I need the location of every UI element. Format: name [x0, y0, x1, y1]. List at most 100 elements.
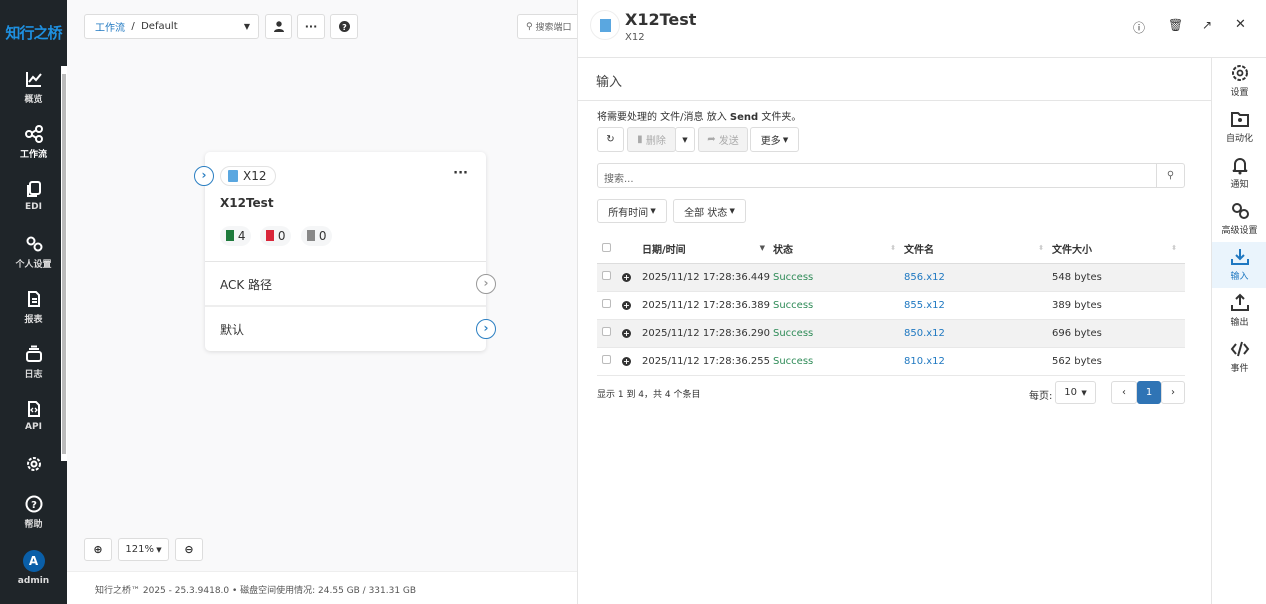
- prev-page-button[interactable]: ‹: [1111, 381, 1137, 404]
- node-menu-button[interactable]: ···: [453, 166, 468, 181]
- error-count[interactable]: 0: [260, 226, 292, 246]
- workflow-canvas[interactable]: 工作流 / Default ▼ ··· ? ⚲ 搜索端口 › X12 ··· X1…: [67, 0, 577, 604]
- sidebar-item-label: 报表: [24, 315, 43, 325]
- help-button[interactable]: ?: [330, 14, 358, 39]
- zoom-level-dropdown[interactable]: 121% ▼: [118, 538, 169, 561]
- gears-icon: [1231, 203, 1249, 219]
- table-row[interactable]: + 2025/11/12 17:28:36.449 Success 856.x1…: [597, 263, 1185, 292]
- column-filesize[interactable]: 文件大小 ⬍: [1052, 235, 1185, 264]
- close-icon[interactable]: ✕: [1235, 17, 1246, 32]
- zoom-in-button[interactable]: ⊕: [84, 538, 112, 561]
- caret-down-icon: ▼: [153, 545, 162, 554]
- panel-subtitle: X12: [625, 32, 645, 43]
- gears-icon: [26, 236, 42, 252]
- external-link-icon[interactable]: ↗: [1202, 18, 1212, 32]
- page-1-button[interactable]: 1: [1137, 381, 1161, 404]
- svg-text:?: ?: [31, 500, 37, 511]
- question-circle-icon: ?: [338, 21, 350, 32]
- file-success-icon: [226, 230, 234, 241]
- next-page-button[interactable]: ›: [1161, 381, 1185, 404]
- chevron-down-icon: ▼: [1076, 388, 1087, 397]
- refresh-button[interactable]: ↻: [597, 127, 624, 152]
- sidebar-item-settings[interactable]: [0, 447, 67, 487]
- cell-filename[interactable]: 855.x12: [904, 291, 1052, 320]
- sort-desc-icon: ▼: [759, 244, 765, 252]
- row-checkbox[interactable]: [602, 327, 611, 336]
- port-search-input[interactable]: ⚲ 搜索端口: [517, 14, 577, 39]
- panel-nav-item[interactable]: 自动化: [1212, 104, 1266, 150]
- sidebar-item-personal-settings[interactable]: 个人设置: [0, 227, 67, 282]
- delete-button[interactable]: ▮ 删除: [627, 127, 676, 152]
- panel-nav-item[interactable]: 通知: [1212, 150, 1266, 196]
- per-page-select[interactable]: 10 ▼: [1055, 381, 1096, 404]
- sidebar-item-label: API: [25, 422, 42, 432]
- panel-nav-item[interactable]: 事件: [1212, 334, 1266, 380]
- expand-row-icon[interactable]: +: [622, 272, 631, 282]
- column-filename[interactable]: 文件名 ⬍: [904, 235, 1052, 264]
- trash-icon[interactable]: 🗑: [1168, 18, 1183, 32]
- panel-nav-item[interactable]: 高级设置: [1212, 196, 1266, 242]
- sidebar-item-api[interactable]: API: [0, 392, 67, 447]
- row-checkbox[interactable]: [602, 271, 611, 280]
- layers-icon: [25, 345, 42, 362]
- panel-nav-label: 通知: [1230, 180, 1249, 190]
- sort-icon: ⬍: [890, 244, 896, 252]
- expand-row-icon[interactable]: +: [622, 328, 631, 338]
- table-row[interactable]: + 2025/11/12 17:28:36.389 Success 855.x1…: [597, 291, 1185, 320]
- ack-output-connector[interactable]: ›: [476, 274, 496, 294]
- cell-filename[interactable]: 850.x12: [904, 319, 1052, 348]
- default-output-connector[interactable]: ›: [476, 319, 496, 339]
- help-icon[interactable]: ⓘ: [1133, 19, 1145, 36]
- port-node[interactable]: › X12 ··· X12Test 4 0 0 ACK 路径 › 默认 ›: [194, 152, 496, 351]
- panel-nav-item[interactable]: 输出: [1212, 288, 1266, 334]
- zoom-out-button[interactable]: ⊖: [175, 538, 203, 561]
- sidebar-item-reports[interactable]: 报表: [0, 282, 67, 337]
- port-icon: [590, 10, 620, 40]
- search-input[interactable]: 搜索... ⚲: [597, 163, 1185, 188]
- column-datetime[interactable]: 日期/时间 ▼: [642, 235, 773, 264]
- status-filter-dropdown[interactable]: 全部 状态 ▼: [673, 199, 746, 223]
- search-icon[interactable]: ⚲: [1156, 164, 1184, 187]
- select-all-checkbox[interactable]: [602, 242, 611, 252]
- cell-filesize: 389 bytes: [1052, 291, 1185, 320]
- breadcrumb[interactable]: 工作流 / Default ▼: [84, 14, 259, 39]
- sidebar-item-logs[interactable]: 日志: [0, 337, 67, 392]
- row-checkbox[interactable]: [602, 355, 611, 364]
- row-checkbox[interactable]: [602, 299, 611, 308]
- sidebar-item-label: 工作流: [19, 150, 47, 160]
- gear-icon: [26, 457, 41, 471]
- user-icon: [273, 21, 284, 32]
- breadcrumb-root[interactable]: 工作流: [95, 19, 125, 34]
- sidebar-item-overview[interactable]: 概览: [0, 62, 67, 117]
- success-count[interactable]: 4: [220, 226, 252, 246]
- breadcrumb-current: Default: [141, 21, 178, 32]
- expand-row-icon[interactable]: +: [622, 300, 631, 310]
- panel-nav-label: 事件: [1230, 364, 1249, 374]
- table-row[interactable]: + 2025/11/12 17:28:36.255 Success 810.x1…: [597, 347, 1185, 376]
- delete-dropdown-button[interactable]: ▼: [675, 127, 695, 152]
- table-row[interactable]: + 2025/11/12 17:28:36.290 Success 850.x1…: [597, 319, 1185, 348]
- more-button[interactable]: 更多 ▼: [750, 127, 799, 152]
- sidebar-item-label: EDI: [25, 202, 42, 212]
- pending-count[interactable]: 0: [301, 226, 333, 246]
- input-connector[interactable]: ›: [194, 166, 214, 186]
- cell-filename[interactable]: 810.x12: [904, 347, 1052, 376]
- panel-nav-item[interactable]: 输入: [1212, 242, 1266, 288]
- sidebar-item-help[interactable]: ? 帮助: [0, 487, 67, 542]
- send-button[interactable]: ➦ 发送: [698, 127, 748, 152]
- time-filter-dropdown[interactable]: 所有时间 ▼: [597, 199, 667, 223]
- download-icon: [1230, 249, 1249, 265]
- expand-row-icon[interactable]: +: [622, 356, 631, 366]
- sidebar-item-edi[interactable]: EDI: [0, 172, 67, 227]
- sidebar-item-workflow[interactable]: 工作流: [0, 117, 67, 172]
- sidebar-item-label: 概览: [24, 95, 43, 105]
- panel-nav-item[interactable]: 设置: [1212, 58, 1266, 104]
- cell-filename[interactable]: 856.x12: [904, 263, 1052, 292]
- column-status[interactable]: 状态 ⬍: [773, 235, 904, 264]
- logo: 知行之桥: [5, 24, 62, 42]
- chevron-right-icon: ›: [1171, 387, 1175, 398]
- files-table: 日期/时间 ▼ 状态 ⬍ 文件名 ⬍ 文件大小 ⬍ + 2025/11/12 17:28…: [597, 235, 1185, 376]
- user-menu[interactable]: Aadmin: [0, 542, 67, 597]
- user-button[interactable]: [265, 14, 292, 39]
- more-options-button[interactable]: ···: [297, 14, 325, 39]
